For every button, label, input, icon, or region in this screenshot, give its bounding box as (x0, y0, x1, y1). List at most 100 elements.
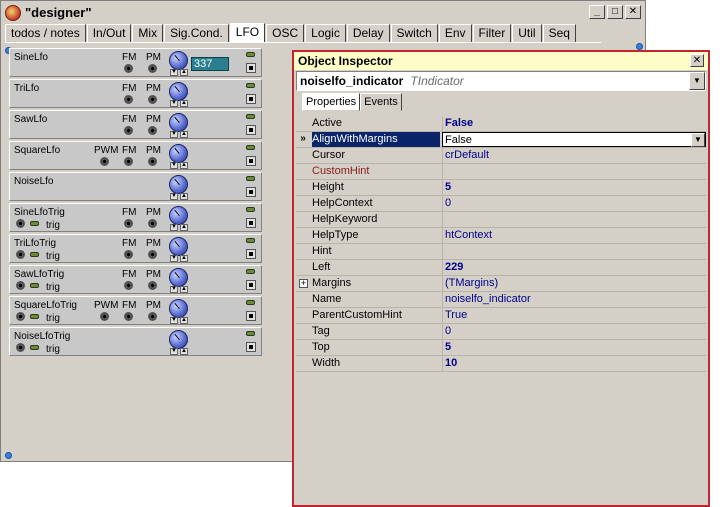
rate-knob[interactable] (169, 268, 188, 287)
spin-down-icon[interactable]: ▼ (170, 255, 178, 262)
tab-events[interactable]: Events (360, 93, 402, 111)
rate-knob[interactable] (169, 82, 188, 101)
input-jack[interactable] (124, 157, 133, 166)
close-icon[interactable]: ✕ (690, 54, 704, 67)
spin-down-icon[interactable]: ▼ (170, 286, 178, 293)
property-value[interactable] (442, 164, 706, 179)
tab-properties[interactable]: Properties (302, 93, 361, 111)
property-value[interactable]: 0 (442, 324, 706, 339)
rate-knob[interactable] (169, 51, 188, 70)
output-jack[interactable] (246, 249, 256, 259)
rate-knob[interactable] (169, 113, 188, 132)
selection-handle[interactable] (5, 452, 12, 459)
spin-up-icon[interactable]: ▲ (180, 162, 188, 169)
spin-up-icon[interactable]: ▲ (180, 348, 188, 355)
property-row[interactable]: Cursor crDefault (296, 148, 706, 164)
property-value[interactable]: noiselfo_indicator (442, 292, 706, 307)
spin-down-icon[interactable]: ▼ (170, 348, 178, 355)
property-row[interactable]: + Margins (TMargins) (296, 276, 706, 292)
spin-up-icon[interactable]: ▲ (180, 131, 188, 138)
input-jack[interactable] (148, 281, 157, 290)
property-value[interactable]: 229 (442, 260, 706, 275)
tab-todos-notes[interactable]: todos / notes (5, 24, 86, 43)
input-jack[interactable] (124, 95, 133, 104)
lfo-module[interactable]: NoiseLfoTrig trig ▼ ▲ (9, 327, 262, 356)
tab-util[interactable]: Util (512, 24, 542, 43)
trig-jack[interactable] (16, 219, 25, 228)
input-jack[interactable] (148, 250, 157, 259)
property-row[interactable]: Hint (296, 244, 706, 260)
lfo-module[interactable]: TriLfo FM PM ▼ ▲ (9, 79, 262, 108)
property-row[interactable]: Top 5 (296, 340, 706, 356)
property-value[interactable] (442, 244, 706, 259)
expand-icon[interactable]: + (299, 279, 308, 288)
input-jack[interactable] (148, 219, 157, 228)
spin-down-icon[interactable]: ▼ (170, 193, 178, 200)
lfo-module[interactable]: NoiseLfo ▼ ▲ (9, 172, 262, 201)
rate-knob[interactable] (169, 144, 188, 163)
tab-osc[interactable]: OSC (266, 24, 305, 43)
lfo-module[interactable]: SawLfo FM PM ▼ ▲ (9, 110, 262, 139)
tab-mix[interactable]: Mix (132, 24, 164, 43)
tab-sig-cond[interactable]: Sig.Cond. (164, 24, 229, 43)
input-jack[interactable] (124, 312, 133, 321)
property-row[interactable]: Width 10 (296, 356, 706, 372)
property-row[interactable]: ParentCustomHint True (296, 308, 706, 324)
property-value[interactable]: crDefault (442, 148, 706, 163)
output-jack[interactable] (246, 187, 256, 197)
property-row[interactable]: CustomHint (296, 164, 706, 180)
property-row[interactable]: Name noiselfo_indicator (296, 292, 706, 308)
input-jack[interactable] (148, 126, 157, 135)
property-value[interactable]: 5 (442, 180, 706, 195)
input-jack[interactable] (100, 157, 109, 166)
chevron-down-icon[interactable]: ▼ (691, 133, 705, 147)
spin-down-icon[interactable]: ▼ (170, 317, 178, 324)
input-jack[interactable] (124, 64, 133, 73)
lfo-module[interactable]: TriLfoTrig FM PM trig ▼ ▲ (9, 234, 262, 263)
property-value[interactable]: htContext (442, 228, 706, 243)
output-jack[interactable] (246, 94, 256, 104)
spin-down-icon[interactable]: ▼ (170, 100, 178, 107)
property-row[interactable]: » AlignWithMargins False ▼ (296, 132, 706, 148)
input-jack[interactable] (148, 312, 157, 321)
lfo-module[interactable]: SawLfoTrig FM PM trig ▼ ▲ (9, 265, 262, 294)
spin-down-icon[interactable]: ▼ (170, 69, 178, 76)
spin-up-icon[interactable]: ▲ (180, 193, 188, 200)
spin-up-icon[interactable]: ▲ (180, 317, 188, 324)
spin-down-icon[interactable]: ▼ (170, 131, 178, 138)
input-jack[interactable] (124, 250, 133, 259)
rate-knob[interactable] (169, 299, 188, 318)
output-jack[interactable] (246, 218, 256, 228)
tab-lfo[interactable]: LFO (229, 23, 266, 43)
maximize-button[interactable]: □ (607, 5, 623, 19)
tab-seq[interactable]: Seq (542, 24, 576, 43)
value-readout[interactable]: 337 (191, 57, 229, 71)
property-row[interactable]: HelpType htContext (296, 228, 706, 244)
tab-switch[interactable]: Switch (390, 24, 438, 43)
spin-down-icon[interactable]: ▼ (170, 162, 178, 169)
property-value[interactable]: False ▼ (442, 132, 706, 147)
spin-down-icon[interactable]: ▼ (170, 224, 178, 231)
spin-up-icon[interactable]: ▲ (180, 69, 188, 76)
rate-knob[interactable] (169, 206, 188, 225)
tab-delay[interactable]: Delay (346, 24, 390, 43)
output-jack[interactable] (246, 311, 256, 321)
output-jack[interactable] (246, 342, 256, 352)
property-value[interactable]: 0 (442, 196, 706, 211)
property-value[interactable]: 10 (442, 356, 706, 371)
input-jack[interactable] (124, 281, 133, 290)
tab-env[interactable]: Env (438, 24, 472, 43)
trig-jack[interactable] (16, 281, 25, 290)
rate-knob[interactable] (169, 237, 188, 256)
minimize-button[interactable]: _ (589, 5, 605, 19)
property-value[interactable]: 5 (442, 340, 706, 355)
property-row[interactable]: HelpContext 0 (296, 196, 706, 212)
spin-up-icon[interactable]: ▲ (180, 224, 188, 231)
spin-up-icon[interactable]: ▲ (180, 286, 188, 293)
output-jack[interactable] (246, 280, 256, 290)
property-value[interactable]: (TMargins) (442, 276, 706, 291)
output-jack[interactable] (246, 125, 256, 135)
selection-handle[interactable] (636, 43, 643, 50)
object-selector[interactable]: noiselfo_indicator TIndicator ▼ (296, 71, 706, 91)
input-jack[interactable] (148, 95, 157, 104)
